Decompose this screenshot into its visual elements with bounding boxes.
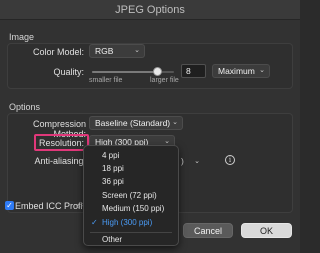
anti-aliasing-partial-value: ) (181, 156, 184, 166)
menu-item-label: High (300 ppi) (102, 218, 153, 227)
color-model-value: RGB (95, 46, 114, 56)
image-section-heading: Image (9, 32, 35, 42)
ok-button[interactable]: OK (241, 223, 292, 238)
quality-max-label: larger file (150, 77, 179, 84)
menu-item-4-ppi[interactable]: 4 ppi (84, 150, 180, 163)
jpeg-options-dialog: JPEG Options Image Color Model: RGB ⌄ Qu… (0, 0, 300, 253)
quality-slider-thumb[interactable] (152, 67, 162, 76)
compression-method-value: Baseline (Standard) (95, 118, 171, 128)
checkmark-icon: ✓ (91, 218, 98, 227)
menu-item-medium-150-ppi[interactable]: Medium (150 ppi) (84, 203, 180, 216)
resolution-label: Resolution: (38, 138, 84, 148)
compression-method-select[interactable]: Baseline (Standard) ⌄ (89, 116, 183, 130)
quality-preset-select[interactable]: Maximum ⌄ (212, 64, 270, 78)
quality-label: Quality: (53, 67, 84, 77)
quality-value-input[interactable]: 8 (181, 64, 206, 78)
chevron-down-icon: ⌄ (259, 67, 265, 74)
menu-item-18-ppi[interactable]: 18 ppi (84, 163, 180, 176)
color-model-select[interactable]: RGB ⌄ (89, 44, 145, 58)
title-bar: JPEG Options (0, 0, 300, 20)
chevron-down-icon: ⌄ (134, 47, 140, 54)
options-section-heading: Options (9, 102, 41, 112)
quality-min-label: smaller file (89, 77, 123, 84)
chevron-down-icon: ⌄ (172, 119, 178, 126)
color-model-label: Color Model: (32, 47, 84, 57)
embed-icc-checkbox[interactable]: ✓ (5, 201, 14, 210)
menu-item-high-300-ppi[interactable]: ✓ High (300 ppi) (84, 217, 180, 230)
anti-aliasing-label: Anti-aliasing: (34, 156, 86, 166)
quality-preset-value: Maximum (218, 66, 255, 76)
menu-item-screen-72-ppi[interactable]: Screen (72 ppi) (84, 190, 180, 203)
resolution-dropdown-menu: 4 ppi 18 ppi 36 ppi Screen (72 ppi) Medi… (83, 145, 179, 246)
info-icon[interactable]: i (225, 155, 235, 165)
quality-slider-fill (92, 71, 158, 73)
menu-separator (90, 232, 172, 233)
menu-item-36-ppi[interactable]: 36 ppi (84, 176, 180, 189)
menu-item-other[interactable]: Other (84, 234, 180, 247)
chevron-down-icon: ⌄ (194, 158, 200, 165)
window-title: JPEG Options (115, 4, 185, 16)
cancel-button[interactable]: Cancel (183, 223, 233, 238)
